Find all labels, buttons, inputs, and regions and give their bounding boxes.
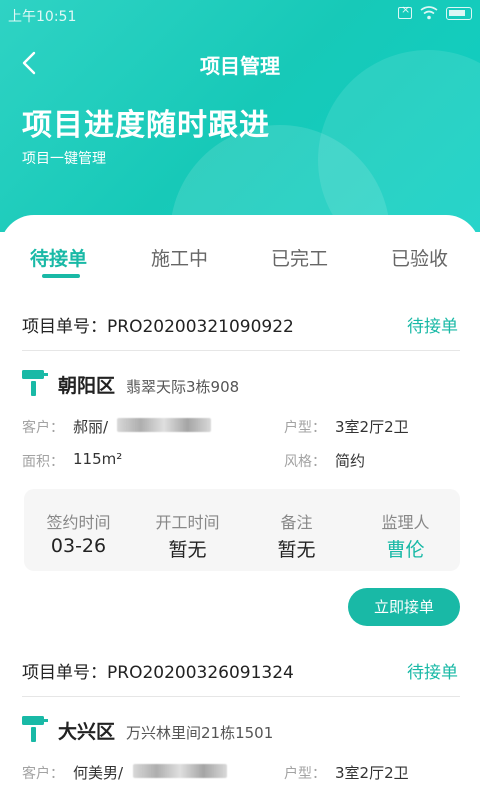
supervisor-name[interactable]: 曹伦 (351, 535, 460, 562)
order-number-prefix: 项目单号： (22, 317, 107, 337)
customer-phone-redacted (133, 764, 227, 778)
customer-name: 何美男/ (73, 764, 124, 782)
status-tabs: 待接单 施工中 已完工 已验收 (0, 236, 480, 284)
address: 万兴林里间21栋1501 (126, 724, 274, 742)
status-bar: 上午10:51 (0, 0, 480, 32)
hero-subtitle: 项目一键管理 (22, 151, 106, 167)
tab-accepted[interactable]: 已验收 (391, 244, 448, 271)
battery-icon (446, 6, 472, 20)
address: 翡翠天际3栋908 (126, 378, 240, 396)
stat-value: 暂无 (277, 539, 316, 561)
order-number: 项目单号：PRO20200326091324 (22, 658, 294, 683)
order-status: 待接单 (407, 317, 458, 337)
divider (22, 350, 460, 351)
area-value: 115m² (73, 450, 123, 468)
stat-label: 签约时间 (46, 513, 111, 532)
tab-completed[interactable]: 已完工 (271, 244, 328, 271)
stat-label: 备注 (280, 513, 313, 532)
area-label: 面积： (22, 454, 64, 470)
stat-label: 开工时间 (155, 513, 220, 532)
divider (22, 696, 460, 697)
stat-value: 暂无 (168, 539, 207, 561)
nav-bar: 项目管理 (0, 44, 480, 84)
customer-label: 客户： (22, 766, 64, 782)
order-number-value: PRO20200321090922 (107, 317, 294, 337)
stat-value: 03-26 (50, 535, 107, 557)
layout-value: 3室2厅2卫 (335, 764, 409, 782)
status-icons (398, 3, 472, 20)
style-label: 风格： (284, 454, 326, 470)
order-number: 项目单号：PRO20200321090922 (22, 312, 294, 337)
tab-indicator (42, 274, 80, 278)
accept-order-button[interactable]: 立即接单 (348, 588, 460, 626)
district: 大兴区 (58, 721, 116, 743)
customer-phone-redacted (117, 418, 211, 432)
layout-label: 户型： (284, 766, 326, 782)
tab-pending[interactable]: 待接单 (30, 244, 87, 271)
paint-roller-icon (22, 716, 48, 742)
tab-in-construction[interactable]: 施工中 (151, 244, 208, 271)
order-number-value: PRO20200326091324 (107, 663, 294, 683)
order-status: 待接单 (407, 663, 458, 683)
layout-label: 户型： (284, 420, 326, 436)
order-number-prefix: 项目单号： (22, 663, 107, 683)
hero-title: 项目进度随时跟进 (22, 108, 270, 143)
layout-value: 3室2厅2卫 (335, 418, 409, 436)
wifi-icon (420, 6, 438, 20)
order-stats-panel: 签约时间 03-26 开工时间 暂无 备注 暂无 监理人 曹伦 (24, 489, 460, 571)
status-time: 上午10:51 (8, 9, 77, 25)
page-title: 项目管理 (200, 54, 280, 78)
sim-off-icon (398, 3, 412, 19)
paint-roller-icon (22, 370, 48, 396)
style-value: 简约 (335, 452, 366, 470)
stat-label: 监理人 (381, 513, 430, 532)
district: 朝阳区 (58, 375, 116, 397)
customer-label: 客户： (22, 420, 64, 436)
customer-name: 郝丽/ (73, 418, 109, 436)
